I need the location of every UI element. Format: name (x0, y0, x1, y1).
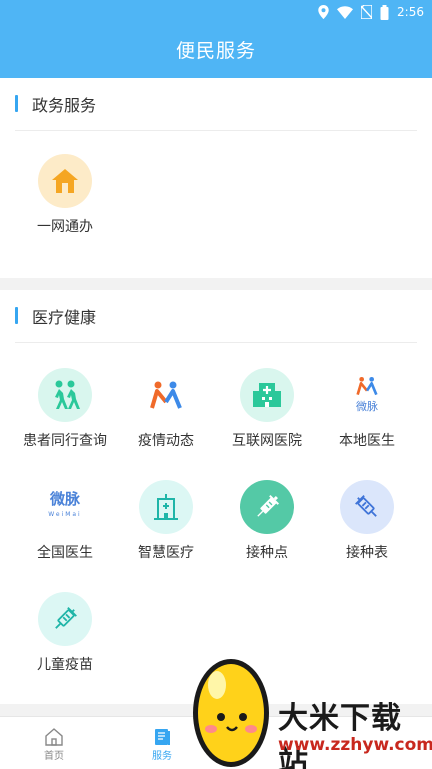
service-item-label: 互联网医院 (232, 433, 302, 449)
watermark-text: 大米下载站 (278, 701, 402, 769)
weimai-logo-text: 微脉 (49, 490, 80, 508)
service-item-vaccination-schedule[interactable]: 接种表 (313, 480, 421, 580)
service-item-label: 全国医生 (37, 545, 93, 561)
no-sim-icon (361, 5, 373, 19)
service-item-label: 接种点 (246, 545, 288, 561)
syringe-outline-icon (340, 480, 394, 534)
weimai-logo-text: 微脉 (356, 400, 378, 413)
section-accent-bar (15, 307, 18, 324)
section-accent-bar (15, 95, 18, 112)
section-divider (15, 342, 417, 343)
vaccine-icon (38, 592, 92, 646)
service-item-label: 本地医生 (339, 433, 395, 449)
rice-mascot-icon (193, 659, 269, 767)
people-logo-icon (139, 368, 193, 422)
page-title: 便民服务 (175, 40, 256, 62)
service-item-national-doctor[interactable]: 微脉 WeiMai 全国医生 (11, 480, 119, 580)
weimai-text-logo: 微脉 WeiMai (38, 480, 92, 534)
service-item-label: 接种表 (346, 545, 388, 561)
watermark: 大米下载站 www.zzhyw.com (185, 645, 432, 769)
location-icon (318, 5, 329, 19)
tab-home[interactable]: 首页 (0, 717, 108, 769)
service-item-label: 智慧医疗 (138, 545, 194, 561)
service-item-label: 患者同行查询 (23, 433, 107, 449)
service-item-label: 疫情动态 (138, 433, 194, 449)
wifi-icon (337, 5, 354, 19)
status-time: 2:56 (397, 5, 424, 19)
service-item-epidemic-news[interactable]: 疫情动态 (112, 368, 220, 468)
weimai-logo-subtext: WeiMai (48, 511, 82, 518)
app-header: 2:56 便民服务 (0, 0, 432, 78)
home-outline-icon (45, 728, 63, 746)
section-title: 政务服务 (32, 96, 97, 115)
service-item-local-doctor[interactable]: 微脉 本地医生 (313, 368, 421, 468)
book-icon (155, 729, 170, 745)
hospital-icon (240, 368, 294, 422)
tab-label: 首页 (44, 751, 64, 762)
service-item-child-vaccine[interactable]: 儿童疫苗 (11, 592, 119, 692)
section-divider (15, 130, 417, 131)
service-item-vaccination-site[interactable]: 接种点 (213, 480, 321, 580)
weimai-logo-icon: 微脉 (340, 368, 394, 422)
service-item-label: 儿童疫苗 (37, 657, 93, 673)
home-icon (38, 154, 92, 208)
status-bar: 2:56 (318, 4, 424, 20)
medical-health-section: 医疗健康 患者同行查询 疫情动态 互联网医院 微脉 本地医生 微脉 WeiMai … (0, 290, 432, 704)
section-title: 医疗健康 (32, 308, 97, 327)
section-header: 政务服务 (0, 78, 432, 131)
service-item-internet-hospital[interactable]: 互联网医院 (213, 368, 321, 468)
service-item-patient-trip-query[interactable]: 患者同行查询 (11, 368, 119, 468)
syringe-icon (240, 480, 294, 534)
service-item-label: 一网通办 (37, 219, 93, 235)
gov-services-section: 政务服务 一网通办 (0, 78, 432, 278)
section-header: 医疗健康 (0, 290, 432, 343)
walking-people-icon (38, 368, 92, 422)
watermark-url: www.zzhyw.com (278, 735, 432, 755)
service-item-smart-medical[interactable]: 智慧医疗 (112, 480, 220, 580)
smart-building-icon (139, 480, 193, 534)
battery-icon (380, 4, 389, 20)
service-item-yiwangtongban[interactable]: 一网通办 (11, 154, 119, 254)
